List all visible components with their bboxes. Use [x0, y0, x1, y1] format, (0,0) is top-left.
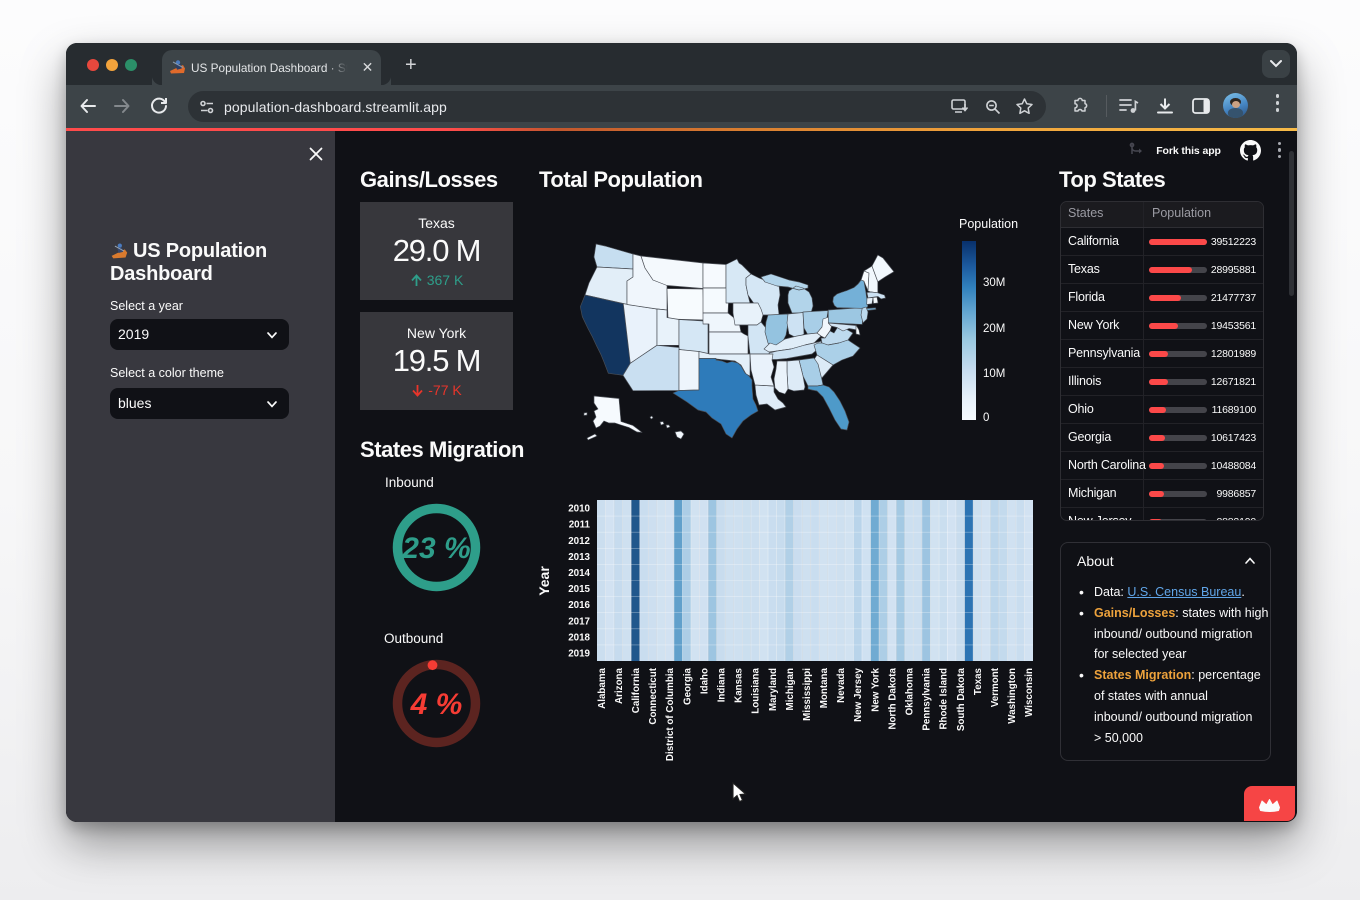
svg-text:South Dakota: South Dakota — [956, 667, 967, 731]
svg-text:North Dakota: North Dakota — [887, 667, 898, 729]
svg-text:Mississippi: Mississippi — [802, 668, 813, 721]
svg-text:Arizona: Arizona — [614, 667, 625, 703]
svg-text:Louisiana: Louisiana — [751, 667, 762, 713]
svg-text:New Jersey: New Jersey — [853, 667, 864, 721]
svg-text:Idaho: Idaho — [699, 668, 710, 694]
svg-text:Texas: Texas — [973, 667, 984, 695]
svg-text:District of Columbia: District of Columbia — [665, 667, 676, 761]
svg-text:2013: 2013 — [568, 552, 590, 563]
svg-text:New York: New York — [870, 667, 881, 711]
svg-text:2011: 2011 — [569, 520, 591, 531]
svg-text:2017: 2017 — [568, 616, 590, 627]
svg-text:2016: 2016 — [568, 600, 590, 611]
svg-text:2012: 2012 — [568, 536, 590, 547]
svg-text:2015: 2015 — [568, 584, 590, 595]
svg-text:23 %: 23 % — [401, 532, 470, 565]
svg-text:Wisconsin: Wisconsin — [1024, 668, 1035, 717]
svg-text:2019: 2019 — [568, 649, 590, 660]
svg-text:California: California — [631, 667, 642, 713]
svg-text:Indiana: Indiana — [717, 667, 728, 702]
svg-text:Alabama: Alabama — [597, 667, 608, 708]
svg-text:Kansas: Kansas — [734, 667, 745, 702]
svg-text:Connecticut: Connecticut — [648, 667, 659, 724]
svg-text:2014: 2014 — [568, 568, 590, 579]
svg-text:Montana: Montana — [819, 667, 830, 708]
svg-text:Washington: Washington — [1007, 668, 1018, 724]
svg-text:2018: 2018 — [568, 632, 590, 643]
svg-text:2010: 2010 — [568, 504, 590, 515]
svg-text:Georgia: Georgia — [682, 667, 693, 705]
svg-text:4 %: 4 % — [410, 688, 463, 721]
svg-text:Vermont: Vermont — [990, 667, 1001, 707]
svg-text:Oklahoma: Oklahoma — [905, 667, 916, 715]
svg-text:Maryland: Maryland — [768, 668, 779, 711]
svg-text:Nevada: Nevada — [836, 667, 847, 702]
svg-text:Pennsylvania: Pennsylvania — [922, 667, 933, 730]
svg-text:Michigan: Michigan — [785, 668, 796, 710]
svg-text:Rhode Island: Rhode Island — [939, 668, 950, 730]
